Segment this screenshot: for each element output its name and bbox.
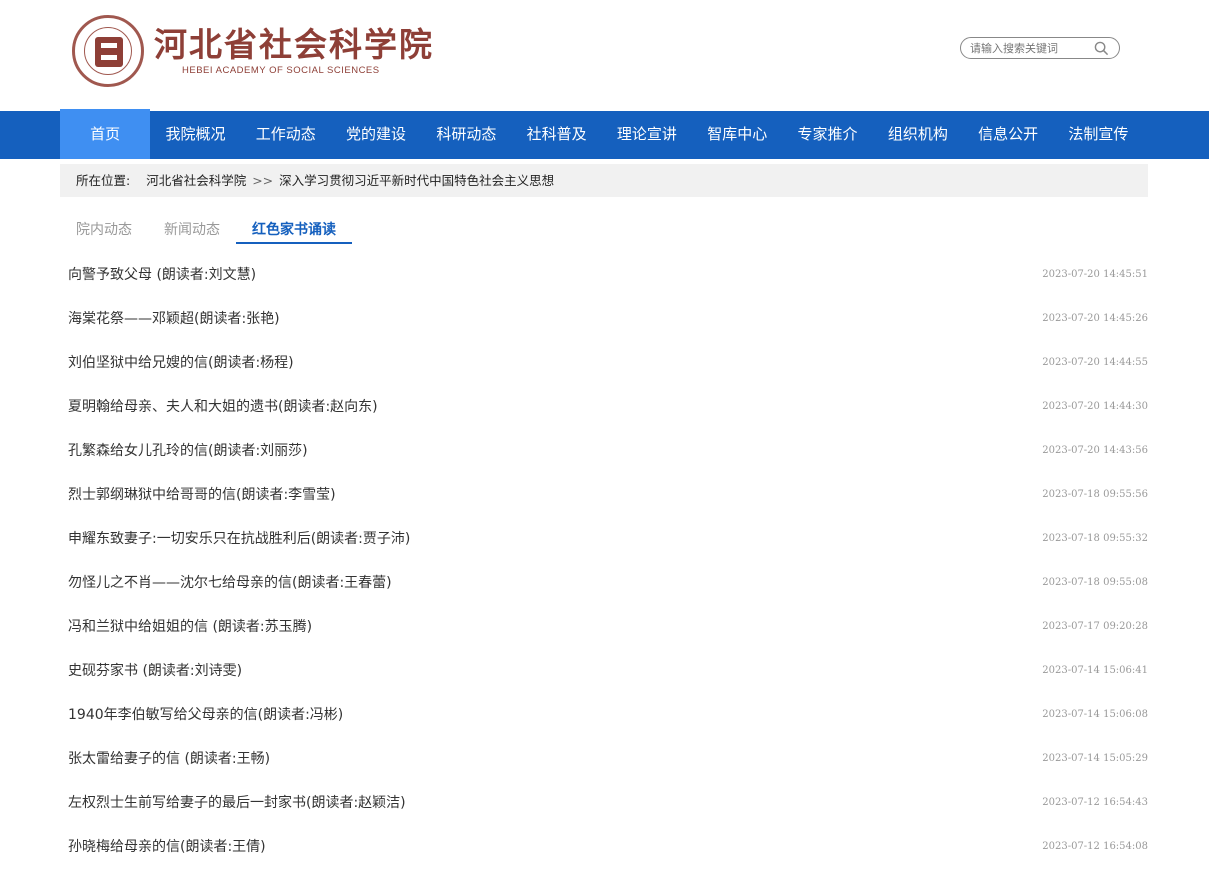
list-item[interactable]: 冯和兰狱中给姐姐的信 (朗读者:苏玉腾) 2023-07-17 09:20:28 [68, 604, 1148, 648]
list-item[interactable]: 左权烈士生前写给妻子的最后一封家书(朗读者:赵颖洁) 2023-07-12 16:… [68, 780, 1148, 824]
list-item[interactable]: 向警予致父母 (朗读者:刘文慧) 2023-07-20 14:45:51 [68, 252, 1148, 296]
article-title-link[interactable]: 勿怪儿之不肖——沈尔七给母亲的信(朗读者:王春蕾) [68, 572, 392, 592]
article-title-link[interactable]: 海棠花祭——邓颖超(朗读者:张艳) [68, 308, 280, 328]
breadcrumb: 所在位置: 河北省社会科学院 >> 深入学习贯彻习近平新时代中国特色社会主义思想 [60, 164, 1148, 197]
nav-item[interactable]: 理论宣讲 [602, 111, 692, 159]
article-title-link[interactable]: 史砚芬家书 (朗读者:刘诗雯) [68, 660, 242, 680]
breadcrumb-current[interactable]: 深入学习贯彻习近平新时代中国特色社会主义思想 [279, 173, 554, 188]
nav-item[interactable]: 智库中心 [692, 111, 782, 159]
article-title-link[interactable]: 烈士郭纲琳狱中给哥哥的信(朗读者:李雪莹) [68, 484, 336, 504]
article-title-link[interactable]: 孙晓梅给母亲的信(朗读者:王倩) [68, 836, 266, 856]
list-item[interactable]: 孔繁森给女儿孔玲的信(朗读者:刘丽莎) 2023-07-20 14:43:56 [68, 428, 1148, 472]
main-nav: 首页 我院概况 工作动态 党的建设 科研动态 社科普及 理论宣讲 智库中心 专家推介 组织机构 信息… [0, 109, 1209, 159]
article-date: 2023-07-12 16:54:43 [1042, 796, 1148, 808]
breadcrumb-home-link[interactable]: 河北省社会科学院 [146, 173, 246, 188]
article-date: 2023-07-14 15:06:41 [1042, 664, 1148, 676]
article-title-link[interactable]: 冯和兰狱中给姐姐的信 (朗读者:苏玉腾) [68, 616, 312, 636]
tab-item[interactable]: 红色家书诵读 [236, 218, 352, 244]
article-date: 2023-07-18 09:55:08 [1042, 576, 1148, 588]
article-date: 2023-07-18 09:55:56 [1042, 488, 1148, 500]
list-item[interactable]: 1940年李伯敏写给父母亲的信(朗读者:冯彬) 2023-07-14 15:06:… [68, 692, 1148, 736]
list-item[interactable]: 张太雷给妻子的信 (朗读者:王畅) 2023-07-14 15:05:29 [68, 736, 1148, 780]
nav-item[interactable]: 社科普及 [511, 111, 601, 159]
article-title-link[interactable]: 左权烈士生前写给妻子的最后一封家书(朗读者:赵颖洁) [68, 792, 406, 812]
article-date: 2023-07-20 14:45:26 [1042, 312, 1148, 324]
article-date: 2023-07-14 15:06:08 [1042, 708, 1148, 720]
academy-seal-icon [72, 15, 144, 87]
search-box [960, 37, 1120, 59]
article-date: 2023-07-14 15:05:29 [1042, 752, 1148, 764]
list-item[interactable]: 夏明翰给母亲、夫人和大姐的遗书(朗读者:赵向东) 2023-07-20 14:44… [68, 384, 1148, 428]
article-date: 2023-07-12 16:54:08 [1042, 840, 1148, 852]
category-tabs: 院内动态 新闻动态 红色家书诵读 [60, 218, 368, 244]
tab-item[interactable]: 新闻动态 [164, 218, 220, 244]
nav-item[interactable]: 信息公开 [963, 111, 1053, 159]
site-header: 河北省社会科学院 HEBEI ACADEMY OF SOCIAL SCIENCE… [0, 0, 1209, 111]
article-title-link[interactable]: 1940年李伯敏写给父母亲的信(朗读者:冯彬) [68, 704, 343, 724]
list-item[interactable]: 海棠花祭——邓颖超(朗读者:张艳) 2023-07-20 14:45:26 [68, 296, 1148, 340]
article-date: 2023-07-17 09:20:28 [1042, 620, 1148, 632]
article-title-link[interactable]: 申耀东致妻子:一切安乐只在抗战胜利后(朗读者:贾子沛) [68, 528, 410, 548]
article-title-link[interactable]: 张太雷给妻子的信 (朗读者:王畅) [68, 748, 270, 768]
nav-item[interactable]: 法制宣传 [1053, 111, 1143, 159]
article-title-link[interactable]: 夏明翰给母亲、夫人和大姐的遗书(朗读者:赵向东) [68, 396, 378, 416]
article-date: 2023-07-20 14:43:56 [1042, 444, 1148, 456]
nav-item[interactable]: 首页 [60, 109, 151, 159]
breadcrumb-label: 所在位置: [76, 173, 131, 188]
article-date: 2023-07-20 14:45:51 [1042, 268, 1148, 280]
search-icon[interactable] [1094, 41, 1109, 56]
nav-item[interactable]: 专家推介 [782, 111, 872, 159]
article-title-link[interactable]: 向警予致父母 (朗读者:刘文慧) [68, 264, 256, 284]
nav-item[interactable]: 科研动态 [421, 111, 511, 159]
list-item[interactable]: 申耀东致妻子:一切安乐只在抗战胜利后(朗读者:贾子沛) 2023-07-18 09… [68, 516, 1148, 560]
search-input[interactable] [970, 40, 1090, 56]
nav-item[interactable]: 党的建设 [331, 111, 421, 159]
list-item[interactable]: 刘伯坚狱中给兄嫂的信(朗读者:杨程) 2023-07-20 14:44:55 [68, 340, 1148, 384]
site-name-en: HEBEI ACADEMY OF SOCIAL SCIENCES [182, 64, 380, 76]
nav-item[interactable]: 组织机构 [873, 111, 963, 159]
list-item[interactable]: 勿怪儿之不肖——沈尔七给母亲的信(朗读者:王春蕾) 2023-07-18 09:5… [68, 560, 1148, 604]
article-date: 2023-07-18 09:55:32 [1042, 532, 1148, 544]
article-title-link[interactable]: 孔繁森给女儿孔玲的信(朗读者:刘丽莎) [68, 440, 308, 460]
article-title-link[interactable]: 刘伯坚狱中给兄嫂的信(朗读者:杨程) [68, 352, 294, 372]
article-date: 2023-07-20 14:44:55 [1042, 356, 1148, 368]
list-item[interactable]: 孙晓梅给母亲的信(朗读者:王倩) 2023-07-12 16:54:08 [68, 824, 1148, 868]
site-logo[interactable]: 河北省社会科学院 HEBEI ACADEMY OF SOCIAL SCIENCE… [72, 15, 434, 87]
list-item[interactable]: 史砚芬家书 (朗读者:刘诗雯) 2023-07-14 15:06:41 [68, 648, 1148, 692]
list-item[interactable]: 烈士郭纲琳狱中给哥哥的信(朗读者:李雪莹) 2023-07-18 09:55:56 [68, 472, 1148, 516]
site-name-cn: 河北省社会科学院 [154, 24, 434, 64]
tab-item[interactable]: 院内动态 [76, 218, 132, 244]
article-date: 2023-07-20 14:44:30 [1042, 400, 1148, 412]
article-list: 向警予致父母 (朗读者:刘文慧) 2023-07-20 14:45:51 海棠花祭—… [68, 252, 1148, 868]
nav-item[interactable]: 我院概况 [150, 111, 240, 159]
nav-item[interactable]: 工作动态 [241, 111, 331, 159]
breadcrumb-separator: >> [252, 173, 274, 188]
